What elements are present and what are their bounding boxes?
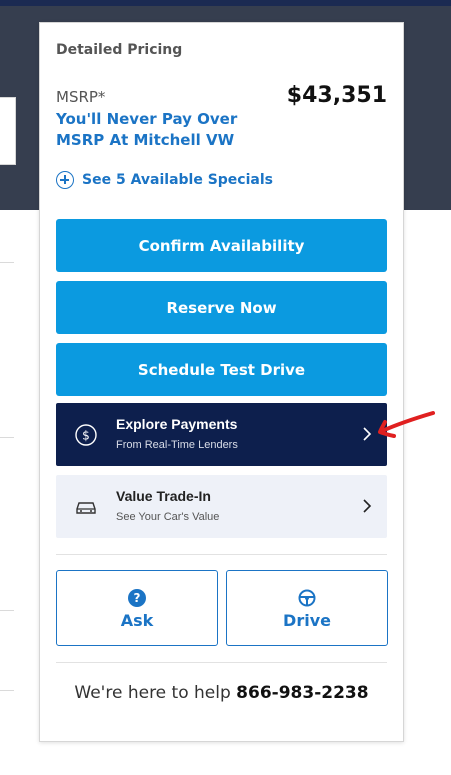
chevron-right-icon: [363, 499, 372, 513]
dollar-circle-icon: $: [75, 424, 97, 446]
value-trade-in-button[interactable]: Value Trade-In See Your Car's Value: [56, 475, 387, 538]
svg-text:?: ?: [134, 591, 141, 605]
car-icon: [76, 502, 96, 514]
phone-link[interactable]: 866-983-2238: [236, 683, 368, 703]
promo-line-2: MSRP At Mitchell VW: [56, 131, 235, 149]
ask-button-label: Ask: [120, 611, 154, 630]
explore-payments-title: Explore Payments: [116, 416, 238, 432]
chevron-right-icon: [363, 427, 372, 441]
value-trade-in-title: Value Trade-In: [116, 488, 211, 504]
background-divider: [0, 610, 14, 611]
msrp-price: $43,351: [286, 83, 387, 108]
drive-button-label: Drive: [283, 611, 331, 630]
confirm-availability-button[interactable]: Confirm Availability: [56, 219, 387, 272]
reserve-now-button[interactable]: Reserve Now: [56, 281, 387, 334]
background-divider: [0, 437, 14, 438]
section-title: Detailed Pricing: [56, 42, 183, 58]
explore-payments-subtitle: From Real-Time Lenders: [116, 439, 238, 451]
divider: [56, 662, 387, 663]
steering-wheel-icon: [298, 589, 316, 607]
msrp-promo[interactable]: You'll Never Pay Over MSRP At Mitchell V…: [56, 109, 256, 151]
specials-link-label: See 5 Available Specials: [82, 172, 273, 188]
background-left-panel: [0, 97, 16, 165]
drive-button[interactable]: Drive: [226, 570, 388, 646]
svg-text:$: $: [82, 429, 90, 443]
ask-button[interactable]: ? Ask: [56, 570, 218, 646]
background-divider: [0, 262, 14, 263]
value-trade-in-subtitle: See Your Car's Value: [116, 511, 220, 523]
msrp-label: MSRP*: [56, 88, 106, 106]
specials-link[interactable]: See 5 Available Specials: [56, 171, 273, 189]
background-divider: [0, 690, 14, 691]
background-top-bar: [0, 0, 451, 6]
plus-circle-icon: [56, 171, 74, 189]
explore-payments-button[interactable]: $ Explore Payments From Real-Time Lender…: [56, 403, 387, 466]
pricing-card: Detailed Pricing MSRP* $43,351 You'll Ne…: [39, 22, 404, 742]
red-arrow-annotation: [378, 411, 435, 438]
divider: [56, 554, 387, 555]
promo-line-1: You'll Never Pay Over: [56, 110, 238, 128]
help-line: We're here to help 866-983-2238: [40, 683, 403, 703]
help-text: We're here to help: [74, 683, 231, 703]
schedule-test-drive-button[interactable]: Schedule Test Drive: [56, 343, 387, 396]
question-circle-icon: ?: [128, 589, 146, 607]
